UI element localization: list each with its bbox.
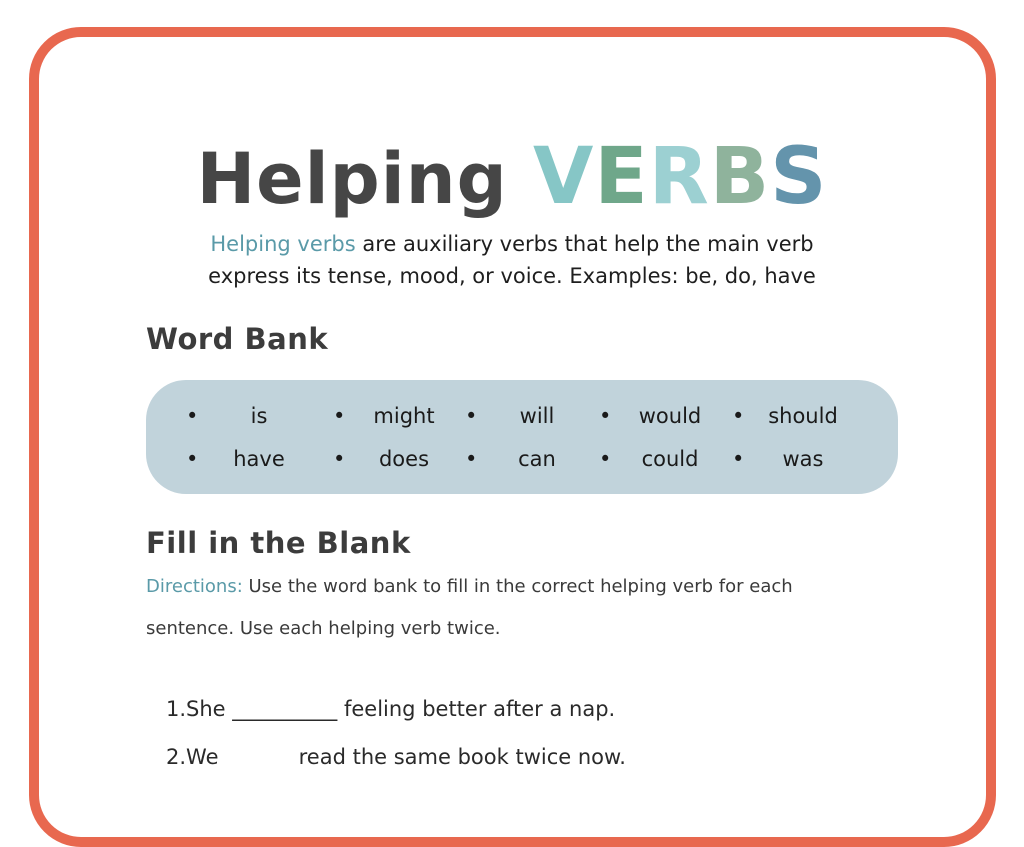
word-bank-word: should [768,404,838,428]
intro-highlight: Helping verbs [210,232,356,256]
word-bank-word: will [519,404,555,428]
question-after: read the same book twice now. [291,745,626,769]
bullet-icon: • [186,404,199,428]
question-number: 2. [166,745,187,769]
word-bank-word: was [782,447,824,471]
word-bank-word: is [250,404,268,428]
word-bank: • is • might • will • would • should • have • does • c… [146,380,898,494]
word-bank-heading: Word Bank [146,322,329,356]
title-verbs: VERBS [533,132,827,222]
directions: Directions: Use the word bank to fill in… [146,566,886,650]
directions-text: Use the word bank to fill in the correct… [146,576,793,639]
word-bank-word: have [233,447,285,471]
answer-blank[interactable] [225,745,292,769]
fill-in-blank-heading: Fill in the Blank [146,526,411,560]
question-before: She [186,697,233,721]
word-bank-row: • have • does • can • could • was [146,447,898,477]
intro-paragraph: Helping verbs are auxiliary verbs that h… [12,228,1012,292]
question-2: 2.We read the same book twice now. [166,745,626,769]
worksheet-title: Helping VERBS [0,132,1024,224]
intro-line-1: Helping verbs are auxiliary verbs that h… [12,228,1012,260]
question-before: We [186,745,226,769]
title-letter: S [770,132,828,222]
word-bank-word: might [373,404,435,428]
question-number: 1. [166,697,187,721]
word-bank-row: • is • might • will • would • should [146,404,898,434]
title-helping: Helping [196,138,534,220]
title-letter: R [648,132,710,222]
word-bank-word: would [638,404,702,428]
question-after: feeling better after a nap. [337,697,616,721]
word-bank-word: could [641,447,699,471]
directions-label: Directions: [146,576,243,597]
bullet-icon: • [186,447,199,471]
word-bank-word: does [378,447,430,471]
question-1: 1.She __________ feeling better after a … [166,697,615,721]
bullet-icon: • [465,404,478,428]
bullet-icon: • [465,447,478,471]
title-letter: V [533,132,595,222]
word-bank-word: can [518,447,556,471]
intro-line-1-text: are auxiliary verbs that help the main v… [355,232,814,256]
intro-line-2: express its tense, mood, or voice. Examp… [208,264,816,288]
title-letter: B [709,132,771,222]
title-letter: E [594,132,649,222]
answer-blank[interactable]: __________ [232,697,337,721]
